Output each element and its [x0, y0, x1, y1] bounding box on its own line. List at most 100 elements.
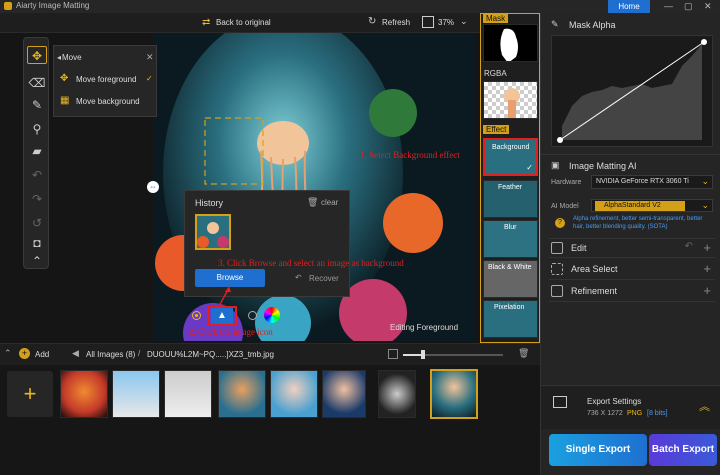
move-background-item[interactable]: ▦ Move background	[54, 92, 158, 112]
hardware-label: Hardware	[551, 179, 582, 186]
add-icon[interactable]: +	[703, 240, 711, 255]
palette-radio[interactable]	[248, 311, 257, 320]
image-thumbnail-selected[interactable]	[430, 369, 478, 419]
move-foreground-icon: ✥	[60, 73, 69, 84]
hardware-value: NVIDIA GeForce RTX 3060 Ti	[596, 178, 689, 185]
history-title: History	[195, 198, 224, 208]
mask-alpha-title: Mask Alpha	[569, 20, 616, 30]
effect-pixelation[interactable]: Pixelation	[483, 300, 538, 338]
reset-icon[interactable]: ↺	[27, 214, 47, 232]
model-label: AI Model	[551, 203, 579, 210]
trash-icon[interactable]: 🗑	[307, 197, 318, 208]
effect-feather-label: Feather	[498, 184, 523, 191]
edit-section[interactable]: Edit ↶ +	[549, 238, 715, 258]
export-bits: [8 bits]	[647, 410, 668, 417]
hardware-select[interactable]: NVIDIA GeForce RTX 3060 Ti ⌄	[591, 175, 713, 189]
minimize-icon[interactable]: —	[664, 1, 673, 11]
effect-pixelation-label: Pixelation	[494, 304, 525, 311]
home-button[interactable]: Home	[608, 0, 650, 13]
chevron-down-icon[interactable]: ⌄	[460, 16, 468, 27]
recover-icon[interactable]: ↶	[295, 273, 302, 282]
export-size: 736 X 1272	[587, 410, 623, 417]
refresh-button[interactable]: Refresh	[382, 18, 410, 27]
image-thumbnail-1[interactable]	[60, 370, 108, 418]
back-to-original-button[interactable]: Back to original	[216, 18, 271, 27]
refinement-section[interactable]: Refinement +	[549, 282, 715, 302]
add-button[interactable]: Add	[35, 350, 49, 359]
refinement-icon	[551, 285, 563, 297]
add-icon[interactable]: +	[19, 348, 30, 359]
add-icon[interactable]: +	[703, 283, 711, 298]
slider-handle[interactable]	[421, 350, 425, 359]
all-images-label[interactable]: All Images (8)	[86, 350, 135, 359]
canvas-topbar: ⇄ Back to original ↻ Refresh 37% ⌄	[0, 13, 540, 33]
preview-strip: Mask RGBA Effect Background ✓ Feather Bl…	[480, 13, 540, 343]
eyedropper-icon[interactable]: ✎	[551, 19, 559, 30]
image-thumbnail-2[interactable]	[112, 370, 160, 418]
filmstrip: +	[0, 365, 540, 475]
image-thumbnail-6[interactable]	[322, 370, 366, 418]
move-background-icon: ▦	[60, 95, 70, 106]
effect-blur[interactable]: Blur	[483, 220, 538, 258]
close-icon[interactable]: ✕	[704, 1, 712, 12]
add-icon[interactable]: +	[703, 261, 711, 276]
batch-export-button[interactable]: Batch Export	[649, 434, 717, 466]
layer-icon[interactable]: ◘	[27, 234, 47, 252]
move-background-label: Move background	[76, 97, 140, 106]
collapse-icon[interactable]: ⌃	[27, 252, 47, 270]
brush-icon[interactable]: ⚲	[27, 120, 47, 138]
refresh-icon[interactable]: ↻	[368, 16, 376, 27]
breadcrumb-sep-icon: /	[138, 349, 141, 358]
export-settings[interactable]: Export Settings 736 X 1272 PNG [8 bits] …	[541, 385, 720, 429]
image-thumbnail-4[interactable]	[218, 370, 266, 418]
paint-roller-icon[interactable]: ▰	[27, 142, 47, 160]
zoom-fit-icon[interactable]	[422, 16, 434, 28]
annotation-step1: 1. Select Background effect	[360, 150, 460, 160]
mask-alpha-curve[interactable]	[551, 35, 713, 147]
thumbnail-size-icon[interactable]	[388, 349, 398, 359]
close-icon[interactable]: ✕	[146, 52, 154, 63]
expand-icon[interactable]: ⌃	[4, 348, 12, 359]
undo-icon[interactable]: ↶	[27, 166, 47, 184]
chevron-up-icon[interactable]: ︽	[699, 398, 710, 414]
maximize-icon[interactable]: ▢	[684, 1, 693, 12]
clear-history-button[interactable]: clear	[321, 198, 338, 207]
pen-icon[interactable]: ✎	[27, 96, 47, 114]
effect-feather[interactable]: Feather	[483, 180, 538, 218]
file-bar: ⌃ + Add ◀ All Images (8) / DUOUU%L2M~PQ.…	[0, 343, 540, 365]
effect-black-white-label: Black & White	[488, 264, 532, 271]
mask-thumbnail[interactable]	[483, 24, 538, 62]
eraser-icon[interactable]: ⌫	[27, 74, 47, 92]
move-tool-icon[interactable]: ✥	[27, 46, 47, 64]
radio-dot	[195, 314, 198, 317]
single-export-button[interactable]: Single Export	[549, 434, 647, 466]
edit-icon	[551, 242, 563, 254]
area-select-section[interactable]: Area Select +	[549, 260, 715, 280]
rgba-thumbnail[interactable]	[483, 81, 538, 119]
image-thumbnail-7[interactable]	[378, 370, 416, 418]
back-arrow-icon[interactable]: ◀	[72, 348, 79, 359]
undo-icon[interactable]: ↶	[685, 241, 693, 252]
effect-background[interactable]: Background ✓	[483, 138, 538, 176]
image-thumbnail-3[interactable]	[164, 370, 212, 418]
image-bg-icon[interactable]: ▲	[211, 308, 233, 324]
effect-black-white[interactable]: Black & White	[483, 260, 538, 298]
back-icon: ⇄	[202, 17, 211, 28]
tool-palette: ✥ ⌫ ✎ ⚲ ▰ ↶ ↷ ↺ ◘ ⌃	[23, 37, 49, 269]
zoom-level[interactable]: 37%	[438, 18, 454, 27]
help-icon[interactable]: ?	[555, 218, 565, 228]
color-picker-icon[interactable]	[264, 307, 280, 323]
add-image-button[interactable]: +	[7, 371, 53, 417]
check-icon: ✓	[146, 74, 153, 83]
recover-button[interactable]: Recover	[309, 274, 339, 283]
trash-icon[interactable]: 🗑	[518, 348, 529, 359]
image-thumbnail-5[interactable]	[270, 370, 318, 418]
redo-icon[interactable]: ↷	[27, 190, 47, 208]
model-select[interactable]: AlphaStandard V2 ⌄	[591, 199, 713, 212]
effect-label: Effect	[483, 125, 510, 134]
app-title: Aiarty Image Matting	[16, 1, 90, 10]
model-description: Alpha refinement, better semi-transparen…	[573, 216, 703, 230]
compare-handle-icon[interactable]: ⇔	[147, 181, 159, 193]
move-foreground-item[interactable]: ✥ Move foreground ✓	[54, 70, 158, 90]
history-thumbnail[interactable]	[195, 214, 231, 250]
